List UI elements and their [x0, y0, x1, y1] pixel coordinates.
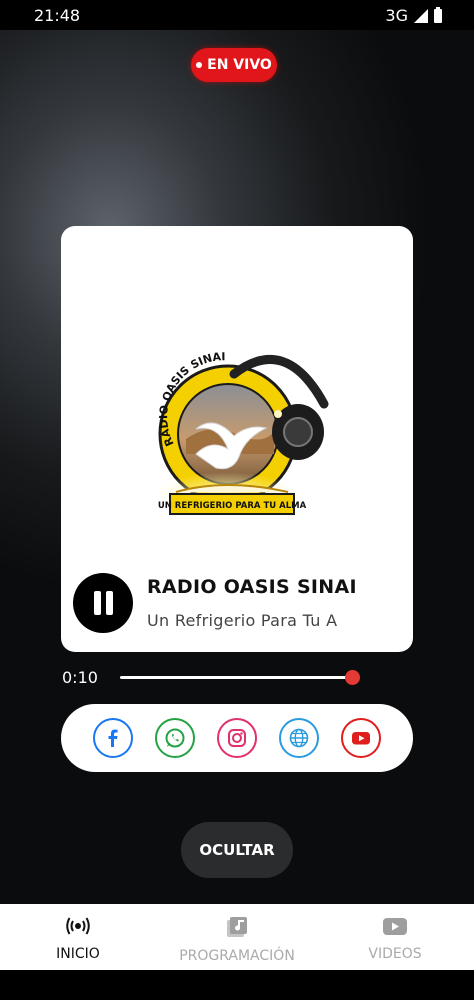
facebook-icon [108, 729, 118, 747]
system-gesture-area [0, 970, 474, 1000]
station-slogan: Un Refrigerio Para Tu A [147, 611, 338, 630]
signal-icon [414, 8, 428, 23]
pause-icon-bar [106, 591, 113, 615]
whatsapp-button[interactable] [155, 718, 195, 758]
nav-label-programacion: PROGRAMACIÓN [179, 948, 295, 964]
whatsapp-icon [165, 728, 185, 748]
facebook-button[interactable] [93, 718, 133, 758]
progress-track[interactable] [120, 676, 352, 679]
nav-item-programacion[interactable]: PROGRAMACIÓN [172, 914, 302, 964]
status-bar: 21:48 3G [0, 0, 474, 30]
pause-button[interactable] [73, 573, 133, 633]
globe-icon [289, 728, 309, 748]
svg-text:UN REFRIGERIO PARA TU ALMA: UN REFRIGERIO PARA TU ALMA [158, 501, 307, 511]
elapsed-time: 0:10 [62, 668, 98, 687]
progress-knob[interactable] [345, 670, 360, 685]
nav-item-inicio[interactable]: INICIO [38, 914, 118, 962]
instagram-button[interactable] [217, 718, 257, 758]
live-label: EN VIVO [207, 57, 272, 73]
station-name: RADIO OASIS SINAI [147, 576, 357, 598]
network-type: 3G [385, 6, 408, 25]
website-button[interactable] [279, 718, 319, 758]
video-play-icon [383, 918, 407, 935]
youtube-button[interactable] [341, 718, 381, 758]
bottom-navigation: INICIO PROGRAMACIÓN VIDEOS [0, 904, 474, 970]
radio-broadcast-icon [66, 917, 90, 935]
music-library-icon [227, 917, 247, 937]
now-playing-card: UN REFRIGERIO PARA TU ALMA RADIO OASIS S… [61, 226, 413, 652]
app-screen: 21:48 3G EN VIVO UN REFRIGERIO PARA TU A… [0, 0, 474, 1000]
nav-label-inicio: INICIO [56, 946, 100, 962]
live-dot-icon [196, 62, 203, 68]
nav-item-videos[interactable]: VIDEOS [355, 914, 435, 962]
pause-icon [94, 591, 101, 615]
youtube-icon [352, 732, 370, 745]
status-time: 21:48 [34, 6, 81, 25]
status-icons: 3G [385, 6, 442, 25]
hide-player-button[interactable]: OCULTAR [181, 822, 293, 878]
station-logo: UN REFRIGERIO PARA TU ALMA RADIO OASIS S… [156, 350, 329, 516]
battery-icon [434, 6, 442, 23]
social-links-bar [61, 704, 413, 772]
nav-label-videos: VIDEOS [368, 946, 422, 962]
live-badge: EN VIVO [191, 48, 277, 82]
instagram-icon [228, 729, 246, 747]
